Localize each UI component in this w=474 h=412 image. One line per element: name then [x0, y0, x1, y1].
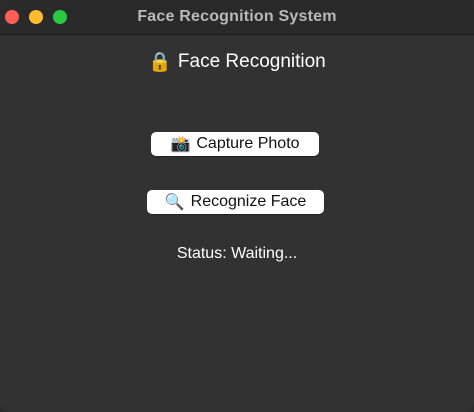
status-text: Status: Waiting... [176, 245, 298, 262]
capture-photo-button[interactable]: 📸 Capture Photo [151, 132, 319, 156]
magnifier-icon: 🔍 [164, 194, 185, 211]
lock-icon: 🔒 [148, 52, 172, 73]
camera-icon: 📸 [170, 136, 191, 153]
capture-photo-label: Capture Photo [196, 135, 300, 152]
window-title: Face Recognition System [137, 8, 337, 25]
page-title: 🔒 Face Recognition [0, 50, 474, 74]
recognize-face-label: Recognize Face [190, 193, 307, 210]
page-title-text: Face Recognition [177, 51, 326, 72]
title-bar[interactable]: Face Recognition System [0, 0, 474, 35]
recognize-face-button[interactable]: 🔍 Recognize Face [147, 190, 324, 214]
app-window: Face Recognition System 🔒 Face Recognitio… [0, 0, 474, 412]
